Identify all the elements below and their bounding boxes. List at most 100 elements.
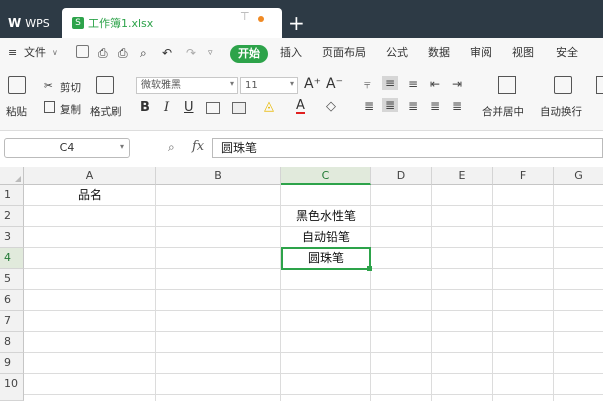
print-preview-icon[interactable]: ⎙ [98, 38, 108, 68]
merge-center-button[interactable]: 合并居中 [482, 104, 524, 119]
increase-indent-icon[interactable]: ⇥ [452, 77, 462, 91]
print-icon[interactable]: ⎙ [118, 38, 128, 68]
gridline [431, 185, 432, 401]
row-header-4[interactable]: 4 [0, 248, 24, 269]
tab-security[interactable]: 安全 [556, 38, 578, 68]
clear-format-icon[interactable]: ◇ [326, 99, 336, 114]
row-header-7[interactable]: 7 [0, 311, 24, 332]
row-header-9[interactable]: 9 [0, 353, 24, 374]
wrap-text-icon[interactable] [554, 76, 572, 94]
gridline [155, 185, 156, 401]
document-tab-label: 工作簿1.xlsx [88, 17, 154, 30]
gridline [24, 310, 603, 311]
gridline [24, 352, 603, 353]
underline-button[interactable]: U [184, 100, 194, 115]
align-left-icon[interactable]: ≣ [364, 99, 374, 113]
tab-data[interactable]: 数据 [428, 38, 450, 68]
customize-chevron-icon[interactable]: ▿ [208, 38, 213, 68]
cut-button[interactable]: 剪切 [60, 80, 81, 95]
paste-icon[interactable] [8, 76, 26, 94]
row-header-2[interactable]: 2 [0, 206, 24, 227]
shrink-font-button[interactable]: A⁻ [326, 76, 343, 92]
row-header-6[interactable]: 6 [0, 290, 24, 311]
gridline [24, 331, 603, 332]
tab-insert[interactable]: 插入 [280, 38, 302, 68]
fx-button[interactable]: fx [192, 139, 204, 154]
paste-button[interactable]: 粘贴 [6, 104, 27, 119]
undo-icon[interactable]: ↶ [162, 38, 172, 68]
bold-button[interactable]: B [140, 100, 150, 115]
fill-pattern-icon[interactable] [232, 102, 246, 114]
new-tab-button[interactable]: + [288, 8, 305, 38]
name-box[interactable]: C4 [4, 138, 130, 158]
align-right-icon[interactable]: ≣ [408, 99, 418, 113]
fill-handle[interactable] [367, 266, 372, 271]
unsaved-dot-icon [258, 16, 264, 22]
border-icon[interactable] [206, 102, 220, 114]
redo-icon[interactable]: ↷ [186, 38, 196, 68]
row-header-10[interactable]: 10 [0, 374, 24, 401]
select-all-corner[interactable] [0, 167, 24, 185]
format-painter-button[interactable]: 格式刷 [90, 104, 122, 119]
copy-button[interactable]: 复制 [60, 102, 81, 117]
font-size-chevron-icon[interactable]: ▾ [290, 79, 294, 88]
gridline [553, 185, 554, 401]
preview-icon[interactable]: ⌕ [140, 38, 147, 68]
wps-logo-icon: W [8, 16, 22, 30]
wps-home-tab[interactable]: W WPS [0, 8, 56, 38]
align-middle-icon[interactable]: ≡ [382, 76, 399, 90]
column-header-a[interactable]: A [24, 167, 156, 185]
italic-button[interactable]: I [164, 100, 169, 115]
tab-start[interactable]: 开始 [230, 45, 268, 63]
menu-file[interactable]: 文件 [24, 38, 46, 68]
row-header-1[interactable]: 1 [0, 185, 24, 206]
gridline [24, 373, 603, 374]
active-cell-selection[interactable] [281, 247, 371, 270]
cell-c3[interactable]: 自动铅笔 [281, 227, 371, 248]
cell-c2[interactable]: 黑色水性笔 [281, 206, 371, 227]
column-header-d[interactable]: D [371, 167, 432, 185]
align-top-icon[interactable]: ⫧ [364, 77, 371, 92]
row-header-5[interactable]: 5 [0, 269, 24, 290]
column-header-f[interactable]: F [493, 167, 554, 185]
font-color-icon[interactable]: A [296, 99, 305, 114]
pin-icon[interactable]: ⊤ [240, 10, 250, 23]
file-chevron-down-icon[interactable]: ∨ [52, 38, 58, 68]
row-header-3[interactable]: 3 [0, 227, 24, 248]
tab-review[interactable]: 审阅 [470, 38, 492, 68]
wps-tab-label: WPS [25, 16, 50, 30]
tab-page-layout[interactable]: 页面布局 [322, 38, 366, 68]
cell-a1[interactable]: 品名 [24, 185, 156, 206]
formula-input[interactable]: 圆珠笔 [212, 138, 603, 158]
copy-icon[interactable] [44, 101, 55, 113]
column-header-g[interactable]: G [554, 167, 603, 185]
grow-font-button[interactable]: A⁺ [304, 76, 321, 92]
distributed-icon[interactable]: ≣ [452, 99, 462, 113]
align-center-icon[interactable]: ≣ [382, 98, 399, 112]
column-header-b[interactable]: B [156, 167, 281, 185]
font-name-chevron-icon[interactable]: ▾ [230, 79, 234, 88]
save-icon[interactable] [76, 45, 89, 58]
tab-formulas[interactable]: 公式 [386, 38, 408, 68]
name-box-chevron-icon[interactable]: ▾ [120, 142, 124, 151]
format-painter-icon[interactable] [96, 76, 114, 94]
column-header-c[interactable]: C [281, 167, 371, 185]
font-name-select[interactable]: 微软雅黑 [136, 77, 238, 94]
hamburger-icon[interactable]: ≡ [8, 38, 17, 68]
gridline [24, 289, 603, 290]
spreadsheet-icon: S [72, 17, 84, 29]
align-bottom-icon[interactable]: ≡ [408, 77, 418, 91]
fill-color-icon[interactable]: ◬ [264, 99, 274, 114]
justify-icon[interactable]: ≣ [430, 99, 440, 113]
next-group-icon[interactable] [596, 76, 603, 94]
decrease-indent-icon[interactable]: ⇤ [430, 77, 440, 91]
row-header-8[interactable]: 8 [0, 332, 24, 353]
wrap-text-button[interactable]: 自动换行 [540, 104, 582, 119]
magnifier-icon[interactable]: ⌕ [168, 140, 175, 155]
gridline [492, 185, 493, 401]
tab-view[interactable]: 视图 [512, 38, 534, 68]
scissors-icon[interactable]: ✂ [44, 80, 53, 92]
column-header-e[interactable]: E [432, 167, 493, 185]
gridline [24, 394, 603, 395]
merge-center-icon[interactable] [498, 76, 516, 94]
